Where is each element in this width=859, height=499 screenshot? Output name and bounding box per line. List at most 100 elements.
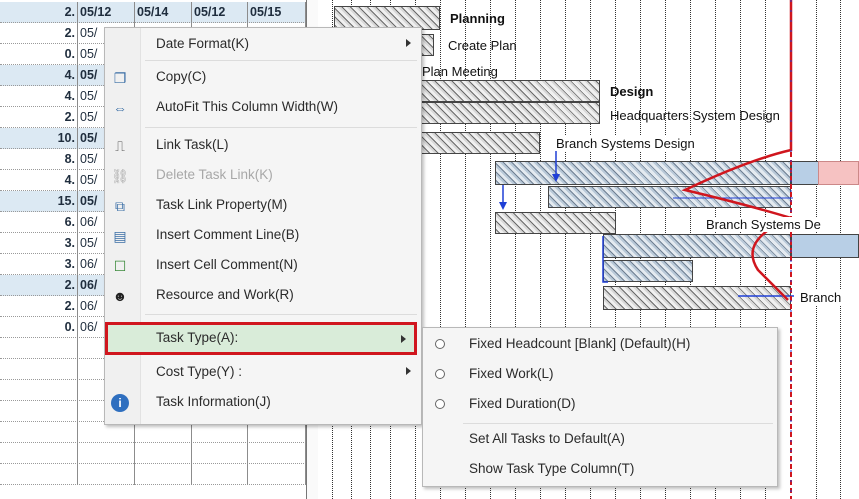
- duration-cell[interactable]: [0, 359, 78, 380]
- context-menu: Date Format(K) ❐ Copy(C) ⇔ AutoFit This …: [104, 27, 422, 425]
- submenu-item-fixed-headcount[interactable]: Fixed Headcount [Blank] (Default)(H): [423, 330, 777, 359]
- gantt-label-create-plan: Create Plan: [448, 38, 517, 53]
- menu-item-label: Task Type(A):: [156, 330, 239, 345]
- gantt-label-branch: Branch: [798, 290, 844, 305]
- resource-icon: ☻: [112, 288, 128, 304]
- menu-item-delete-task-link[interactable]: ⛓ Delete Task Link(K): [105, 161, 421, 190]
- menu-item-date-format[interactable]: Date Format(K): [105, 30, 421, 59]
- date-cell[interactable]: [135, 464, 192, 485]
- submenu-item-set-all-default[interactable]: Set All Tasks to Default(A): [423, 425, 777, 454]
- menu-item-task-information[interactable]: i Task Information(J): [105, 388, 421, 417]
- menu-item-resource-and-work[interactable]: ☻ Resource and Work(R): [105, 281, 421, 310]
- menu-item-task-type[interactable]: Task Type(A):: [105, 322, 417, 355]
- date-cell[interactable]: [135, 422, 192, 443]
- duration-cell[interactable]: 3.: [0, 254, 78, 275]
- duration-cell[interactable]: [0, 401, 78, 422]
- date-cell[interactable]: [192, 443, 248, 464]
- info-icon: i: [111, 394, 129, 412]
- menu-item-link-task[interactable]: ⎍ Link Task(L): [105, 131, 421, 160]
- duration-cell[interactable]: 8.: [0, 149, 78, 170]
- duration-cell[interactable]: 2.: [0, 23, 78, 44]
- table-row[interactable]: [0, 443, 318, 464]
- menu-separator: [145, 314, 417, 315]
- submenu-item-label: Fixed Work(L): [469, 366, 554, 381]
- date-cell[interactable]: [78, 443, 135, 464]
- duration-cell[interactable]: 4.: [0, 65, 78, 86]
- menu-item-cost-type[interactable]: Cost Type(Y) :: [105, 358, 421, 387]
- date-cell[interactable]: [78, 464, 135, 485]
- date-cell[interactable]: [248, 464, 306, 485]
- radio-button[interactable]: [435, 339, 445, 349]
- submenu-item-label: Fixed Duration(D): [469, 396, 576, 411]
- submenu-item-label: Fixed Headcount [Blank] (Default)(H): [469, 336, 691, 351]
- table-row[interactable]: 2. 05/12 05/14 05/12 05/15: [0, 2, 318, 23]
- gantt-label-hq-design: Headquarters System Design: [610, 108, 780, 123]
- submenu-item-label: Set All Tasks to Default(A): [469, 431, 625, 446]
- duration-cell[interactable]: 2.: [0, 275, 78, 296]
- duration-cell[interactable]: 3.: [0, 233, 78, 254]
- table-row[interactable]: [0, 422, 318, 443]
- duration-cell[interactable]: 2.: [0, 2, 78, 23]
- duration-cell[interactable]: [0, 338, 78, 359]
- date-cell[interactable]: [192, 422, 248, 443]
- duration-cell[interactable]: [0, 380, 78, 401]
- duration-cell[interactable]: 2.: [0, 296, 78, 317]
- submenu-item-label: Show Task Type Column(T): [469, 461, 635, 476]
- link-property-icon: ⧉: [115, 198, 125, 214]
- submenu-arrow-icon: [406, 367, 411, 375]
- menu-item-copy[interactable]: ❐ Copy(C): [105, 63, 421, 92]
- duration-cell[interactable]: 0.: [0, 317, 78, 338]
- duration-cell[interactable]: [0, 464, 78, 485]
- menu-item-label: Task Link Property(M): [156, 197, 288, 212]
- link-task-icon: ⎍: [115, 138, 125, 154]
- submenu-arrow-icon: [406, 39, 411, 47]
- table-row[interactable]: [0, 464, 318, 485]
- date-cell[interactable]: 05/14: [135, 2, 192, 23]
- radio-button[interactable]: [435, 399, 445, 409]
- duration-cell[interactable]: 4.: [0, 86, 78, 107]
- date-cell[interactable]: [248, 422, 306, 443]
- duration-cell[interactable]: 15.: [0, 191, 78, 212]
- radio-button[interactable]: [435, 369, 445, 379]
- submenu-item-fixed-work[interactable]: Fixed Work(L): [423, 360, 777, 389]
- submenu-item-show-task-type-column[interactable]: Show Task Type Column(T): [423, 455, 777, 484]
- menu-item-label: AutoFit This Column Width(W): [156, 99, 339, 114]
- gantt-label-plan-meeting: Plan Meeting: [422, 64, 498, 79]
- menu-item-insert-comment-line[interactable]: ▤ Insert Comment Line(B): [105, 221, 421, 250]
- menu-separator: [463, 423, 773, 424]
- date-cell[interactable]: [78, 422, 135, 443]
- menu-item-label: Date Format(K): [156, 36, 250, 51]
- autofit-icon: ⇔: [113, 100, 127, 116]
- date-cell[interactable]: [135, 443, 192, 464]
- date-cell[interactable]: 05/15: [248, 2, 306, 23]
- gantt-label-planning: Planning: [450, 11, 505, 26]
- menu-item-label: Insert Cell Comment(N): [156, 257, 298, 272]
- menu-item-label: Resource and Work(R): [156, 287, 294, 302]
- duration-cell[interactable]: 6.: [0, 212, 78, 233]
- date-cell[interactable]: 05/12: [192, 2, 248, 23]
- comment-line-icon: ▤: [113, 228, 127, 244]
- menu-separator: [145, 127, 417, 128]
- cell-comment-icon: ☐: [113, 258, 127, 274]
- menu-item-insert-cell-comment[interactable]: ☐ Insert Cell Comment(N): [105, 251, 421, 280]
- menu-item-autofit[interactable]: ⇔ AutoFit This Column Width(W): [105, 93, 421, 122]
- task-link-arrowhead: [552, 174, 560, 182]
- progress-line: [681, 0, 795, 301]
- copy-icon: ❐: [113, 70, 127, 86]
- duration-cell[interactable]: 10.: [0, 128, 78, 149]
- submenu-item-fixed-duration[interactable]: Fixed Duration(D): [423, 390, 777, 419]
- duration-cell[interactable]: 0.: [0, 44, 78, 65]
- date-cell[interactable]: 05/12: [78, 2, 135, 23]
- duration-cell[interactable]: 4.: [0, 170, 78, 191]
- date-cell[interactable]: [248, 443, 306, 464]
- menu-item-label: Cost Type(Y) :: [156, 364, 243, 379]
- menu-item-label: Insert Comment Line(B): [156, 227, 300, 242]
- date-cell[interactable]: [192, 464, 248, 485]
- menu-item-task-link-property[interactable]: ⧉ Task Link Property(M): [105, 191, 421, 220]
- duration-cell[interactable]: [0, 443, 78, 464]
- gantt-label-branch-design-2: Branch Systems De: [704, 217, 823, 232]
- delete-link-icon: ⛓: [111, 168, 129, 184]
- duration-cell[interactable]: 2.: [0, 107, 78, 128]
- duration-cell[interactable]: [0, 422, 78, 443]
- gantt-label-design: Design: [610, 84, 654, 99]
